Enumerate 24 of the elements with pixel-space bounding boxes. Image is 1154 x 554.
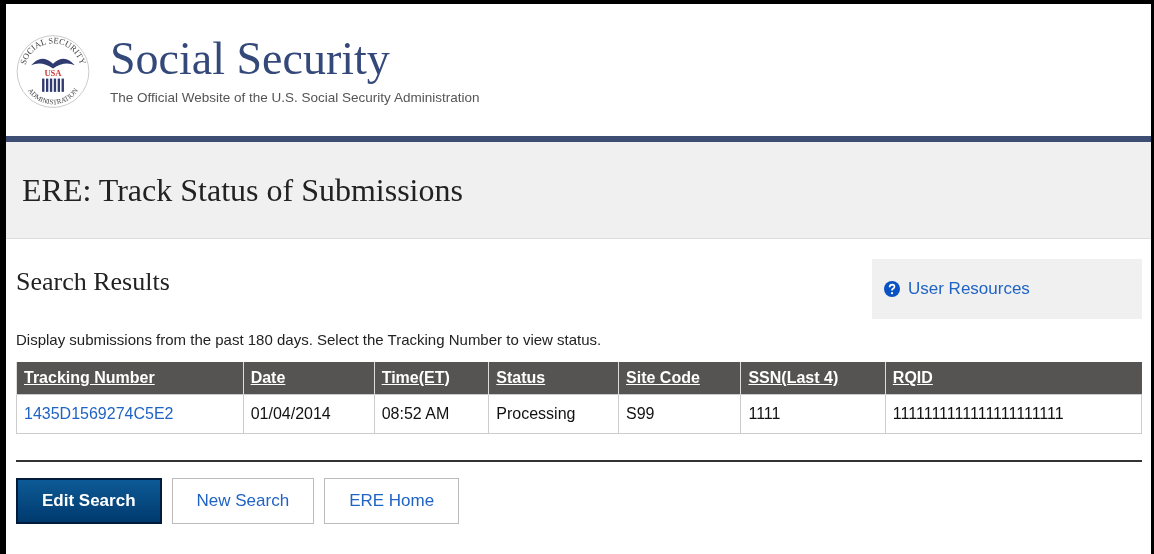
- column-header[interactable]: SSN(Last 4): [740, 362, 886, 395]
- table-cell: 01/04/2014: [243, 394, 375, 434]
- edit-search-button[interactable]: Edit Search: [16, 478, 162, 524]
- column-header[interactable]: Date: [243, 362, 375, 395]
- instructions-text: Display submissions from the past 180 days. Select the Tracking Number to view status.: [16, 331, 603, 348]
- section-title: Search Results: [16, 267, 170, 297]
- secondary-button[interactable]: ERE Home: [324, 478, 460, 524]
- tracking-number-link[interactable]: 1435D1569274C5E2: [24, 405, 174, 422]
- user-resources-link[interactable]: User Resources: [908, 279, 1030, 299]
- column-header[interactable]: Site Code: [618, 362, 741, 395]
- column-header[interactable]: Time(ET): [374, 362, 489, 395]
- table-cell: 1111: [740, 394, 886, 434]
- secondary-button[interactable]: New Search: [171, 478, 315, 524]
- table-cell: 1111111111111111111111: [885, 394, 1142, 434]
- help-icon: [884, 281, 900, 297]
- column-header[interactable]: Status: [488, 362, 619, 395]
- site-tagline: The Official Website of the U.S. Social Security Administration: [110, 89, 480, 105]
- column-header[interactable]: RQID: [885, 362, 1142, 395]
- table-cell: 08:52 AM: [374, 394, 489, 434]
- column-header[interactable]: Tracking Number: [16, 362, 244, 395]
- table-cell: S99: [618, 394, 741, 434]
- page-title: ERE: Track Status of Submissions: [22, 171, 463, 209]
- table-cell: Processing: [488, 394, 619, 434]
- site-title: Social Security: [110, 35, 391, 84]
